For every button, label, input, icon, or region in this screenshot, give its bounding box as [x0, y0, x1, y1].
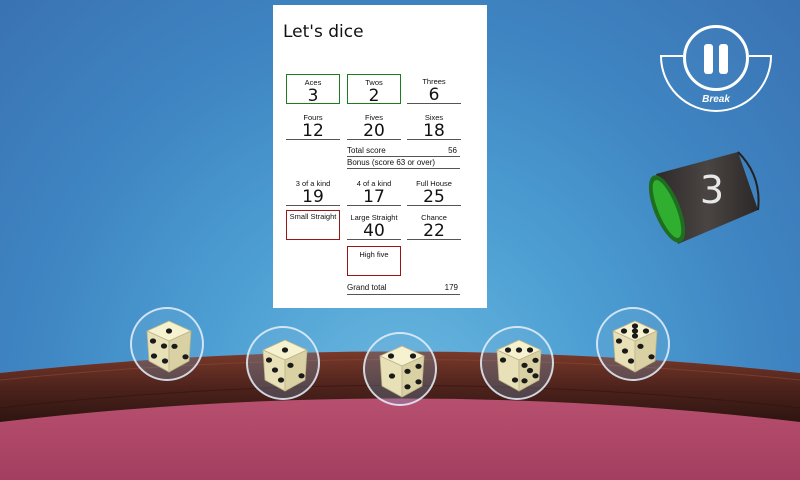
- die-slot[interactable]: [363, 332, 437, 406]
- score-cell-twos[interactable]: Twos 2: [347, 74, 401, 106]
- die-icon: [262, 339, 308, 392]
- score-cell-full-house[interactable]: Full House 25: [407, 176, 461, 206]
- score-cell-high-five[interactable]: High five: [347, 246, 401, 276]
- score-value: 17: [363, 187, 385, 207]
- die-icon: [379, 345, 425, 398]
- bonus-label: Bonus (score 63 or over): [347, 158, 436, 167]
- score-cell-aces[interactable]: Aces 3: [286, 74, 340, 106]
- bonus-row: Bonus (score 63 or over): [347, 157, 460, 169]
- score-value: 6: [428, 85, 440, 105]
- score-value: 22: [423, 221, 445, 241]
- total-score-row: Total score 56: [347, 145, 460, 157]
- score-label: High five: [359, 250, 389, 259]
- score-cell-fives[interactable]: Fives 20: [347, 110, 401, 140]
- scorecard: Let's dice Aces 3 Twos 2 Threes 6 Fours …: [273, 5, 487, 308]
- die-slot[interactable]: [480, 326, 554, 400]
- grand-total-row: Grand total 179: [347, 282, 460, 295]
- grand-total-value: 179: [444, 283, 458, 292]
- die-slot[interactable]: [596, 307, 670, 381]
- score-value: 3: [307, 86, 319, 106]
- total-score-label: Total score: [347, 146, 386, 155]
- score-label: Small Straight: [289, 212, 337, 221]
- score-value: 40: [363, 221, 385, 241]
- score-cell-fours[interactable]: Fours 12: [286, 110, 340, 140]
- grand-total-label: Grand total: [347, 283, 387, 292]
- break-label: Break: [702, 94, 730, 105]
- break-button[interactable]: [683, 25, 749, 91]
- score-value: 12: [302, 121, 324, 141]
- rolls-left-count: 3: [699, 168, 725, 212]
- total-score-value: 56: [448, 146, 457, 155]
- die-icon: [496, 339, 542, 392]
- score-cell-chance[interactable]: Chance 22: [407, 210, 461, 240]
- score-value: 25: [423, 187, 445, 207]
- score-cell-three-of-a-kind[interactable]: 3 of a kind 19: [286, 176, 340, 206]
- score-value: 20: [363, 121, 385, 141]
- die-icon: [612, 320, 658, 373]
- score-value: 2: [368, 86, 380, 106]
- score-value: 19: [302, 187, 324, 207]
- scorecard-title: Let's dice: [283, 22, 364, 42]
- score-cell-threes[interactable]: Threes 6: [407, 74, 461, 104]
- score-value: 18: [423, 121, 445, 141]
- score-cell-large-straight[interactable]: Large Straight 40: [347, 210, 401, 240]
- score-cell-small-straight[interactable]: Small Straight: [286, 210, 340, 240]
- die-slot[interactable]: [130, 307, 204, 381]
- die-slot[interactable]: [246, 326, 320, 400]
- score-cell-four-of-a-kind[interactable]: 4 of a kind 17: [347, 176, 401, 206]
- score-cell-sixes[interactable]: Sixes 18: [407, 110, 461, 140]
- die-icon: [146, 320, 192, 373]
